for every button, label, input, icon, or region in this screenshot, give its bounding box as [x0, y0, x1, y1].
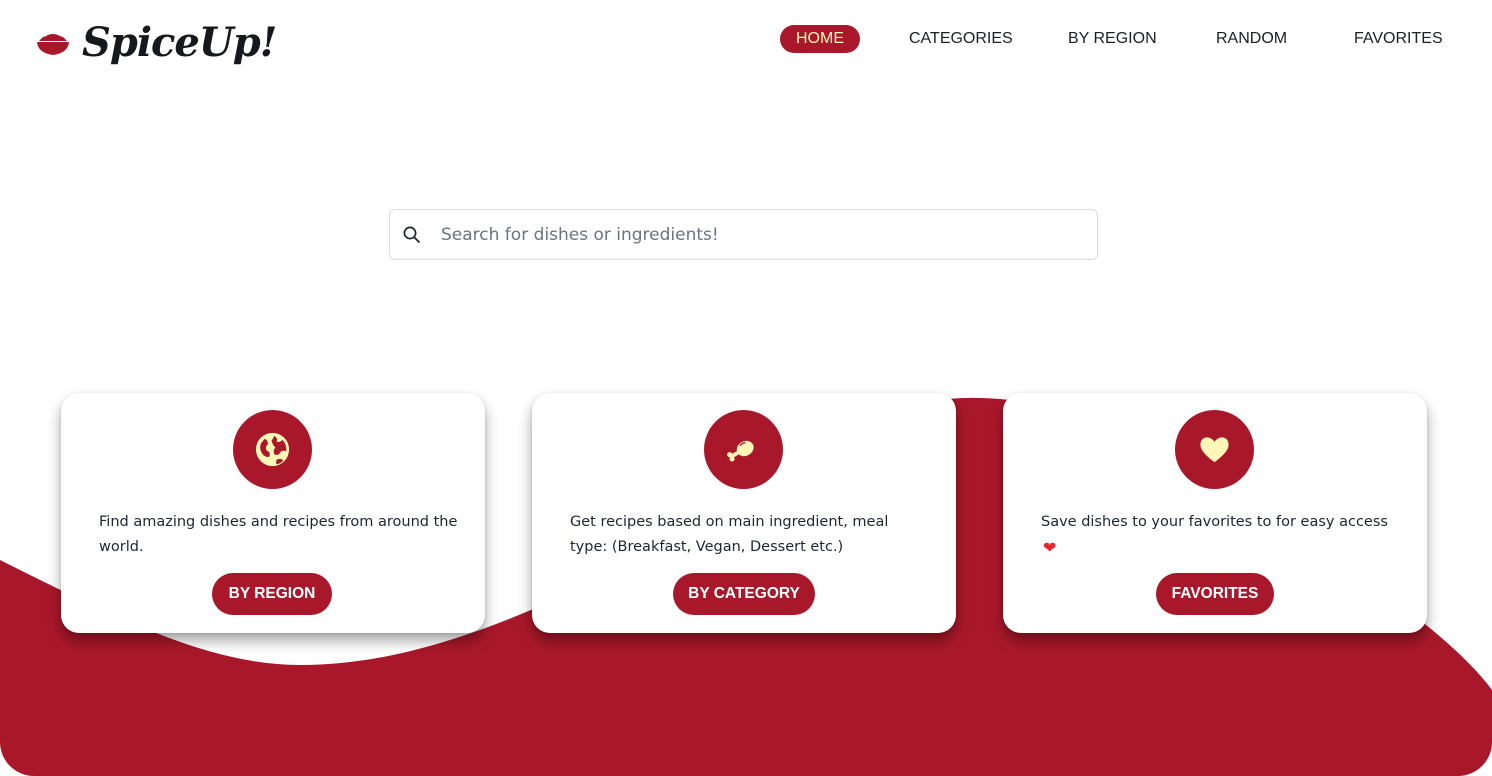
nav-by-region[interactable]: BY REGION — [1068, 25, 1157, 53]
main-nav: HOME CATEGORIES BY REGION RANDOM FAVORIT… — [0, 25, 1492, 53]
nav-favorites[interactable]: FAVORITES — [1354, 25, 1443, 53]
globe-icon — [233, 410, 312, 489]
category-card-text: Get recipes based on main ingredient, me… — [570, 514, 889, 555]
favorites-card-text: Save dishes to your favorites to for eas… — [1041, 510, 1401, 562]
nav-random[interactable]: RANDOM — [1216, 25, 1287, 53]
heart-emoji-icon: ❤ — [1043, 538, 1057, 557]
nav-home[interactable]: HOME — [780, 25, 860, 53]
background-wave — [0, 397, 1492, 776]
home-page: SpiceUp! HOME CATEGORIES BY REGION RANDO… — [0, 0, 1492, 776]
search-input[interactable] — [441, 219, 1081, 250]
category-card: Get recipes based on main ingredient, me… — [532, 393, 956, 633]
favorites-card: Save dishes to your favorites to for eas… — [1003, 393, 1427, 633]
region-card-text: Find amazing dishes and recipes from aro… — [99, 514, 458, 555]
search-icon — [402, 225, 422, 245]
favorites-button[interactable]: FAVORITES — [1156, 573, 1274, 615]
search-bar — [389, 209, 1098, 260]
by-region-button[interactable]: BY REGION — [212, 573, 332, 615]
heart-icon — [1175, 410, 1254, 489]
by-category-button[interactable]: BY CATEGORY — [673, 573, 815, 615]
header: SpiceUp! HOME CATEGORIES BY REGION RANDO… — [0, 0, 1492, 80]
meat-icon — [704, 410, 783, 489]
favorites-card-label: Save dishes to your favorites to for eas… — [1041, 514, 1388, 530]
region-card: Find amazing dishes and recipes from aro… — [61, 393, 485, 633]
nav-categories[interactable]: CATEGORIES — [909, 25, 1013, 53]
